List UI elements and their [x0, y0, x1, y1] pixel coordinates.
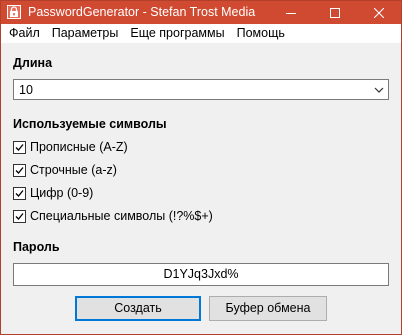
menu-more-programs[interactable]: Еще программы: [124, 24, 230, 43]
checkbox-label: Цифр (0-9): [30, 186, 94, 200]
length-label: Длина: [13, 56, 53, 70]
menu-help[interactable]: Помощь: [231, 24, 291, 43]
menu-settings[interactable]: Параметры: [46, 24, 125, 43]
main-content: Длина 10 Используемые символы Прописные …: [1, 43, 401, 334]
maximize-button[interactable]: [313, 1, 357, 24]
checkbox-box[interactable]: [13, 186, 26, 200]
checkbox-label: Прописные (A-Z): [30, 140, 128, 154]
checkbox-label: Строчные (a-z): [30, 163, 117, 177]
create-button[interactable]: Создать: [75, 296, 201, 321]
checkbox-digits[interactable]: Цифр (0-9): [13, 185, 93, 201]
checkbox-box[interactable]: [13, 163, 26, 177]
close-button[interactable]: [357, 1, 401, 24]
app-icon: [7, 5, 21, 19]
checkmark-icon: [15, 189, 24, 197]
password-output[interactable]: D1YJq3Jxd%: [13, 263, 389, 286]
window-title: PasswordGenerator - Stefan Trost Media: [28, 5, 256, 19]
checkbox-uppercase[interactable]: Прописные (A-Z): [13, 139, 128, 155]
checkmark-icon: [15, 143, 24, 151]
menu-file[interactable]: Файл: [3, 24, 46, 43]
checkmark-icon: [15, 166, 24, 174]
length-select[interactable]: 10: [13, 79, 389, 100]
close-icon: [374, 7, 384, 18]
password-label: Пароль: [13, 240, 60, 254]
menu-bar: Файл Параметры Еще программы Помощь: [1, 24, 401, 43]
checkbox-box[interactable]: [13, 209, 26, 223]
minimize-button[interactable]: [269, 1, 313, 24]
checkbox-special[interactable]: Специальные символы (!?%$+): [13, 208, 213, 224]
title-bar[interactable]: PasswordGenerator - Stefan Trost Media: [1, 1, 401, 24]
chevron-down-icon: [374, 87, 384, 93]
app-window: PasswordGenerator - Stefan Trost Media Ф…: [0, 0, 402, 335]
checkmark-icon: [15, 212, 24, 220]
length-value: 10: [19, 83, 33, 97]
checkbox-label: Специальные символы (!?%$+): [30, 209, 213, 223]
maximize-icon: [330, 7, 340, 18]
symbols-label: Используемые символы: [13, 117, 167, 131]
copy-to-clipboard-button[interactable]: Буфер обмена: [209, 296, 327, 321]
checkbox-lowercase[interactable]: Строчные (a-z): [13, 162, 117, 178]
checkbox-box[interactable]: [13, 140, 26, 154]
minimize-icon: [286, 12, 296, 14]
